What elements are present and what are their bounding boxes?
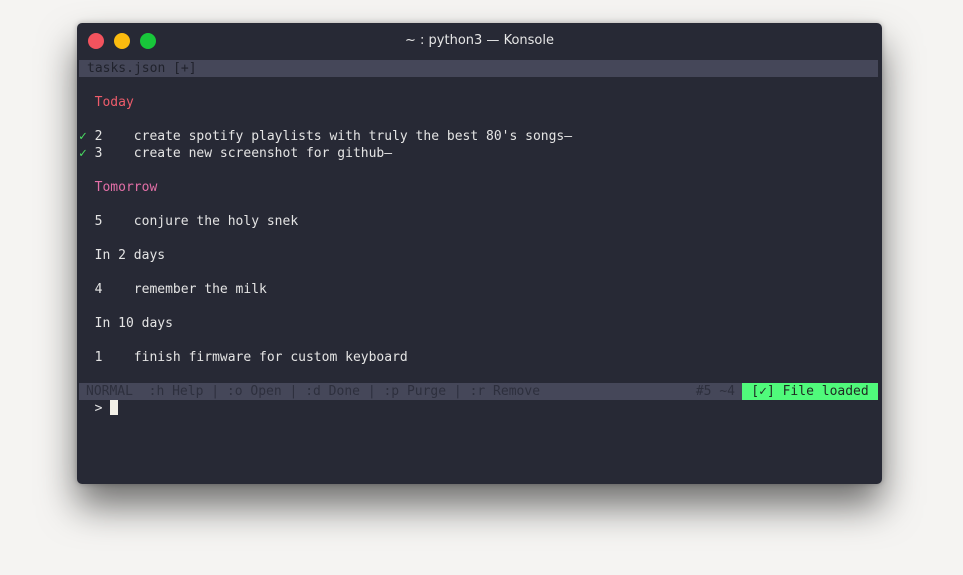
done-command: :d Done — [305, 384, 360, 399]
open-command: :o Open — [226, 384, 282, 399]
remove-command: :r Remove — [469, 384, 541, 399]
title-bar[interactable]: ~ : python3 — Konsole — [77, 23, 882, 60]
task-id: 2 — [94, 129, 103, 144]
task-text: remember the milk — [133, 282, 267, 297]
task-counts: #5 ~4 — [695, 384, 735, 399]
task-id: 4 — [94, 282, 103, 297]
check-icon: ✓ — [79, 129, 87, 144]
terminal[interactable]: tasks.json [+] Today ✓ 2 create spotify … — [79, 60, 878, 417]
mode-indicator: NORMAL — [86, 384, 133, 399]
konsole-window: ~ : python3 — Konsole tasks.json [+] Tod… — [77, 23, 882, 484]
check-icon: ✓ — [79, 146, 87, 161]
task-text: create new screenshot for github— — [133, 146, 393, 161]
group-heading-in-2-days: In 2 days — [94, 248, 166, 263]
task-id: 5 — [94, 214, 103, 229]
group-heading-today: Today — [94, 95, 134, 110]
task-id: 1 — [94, 350, 103, 365]
task-id: 3 — [94, 146, 103, 161]
group-heading-in-10-days: In 10 days — [94, 316, 173, 331]
task-row[interactable]: 1 finish firmware for custom keyboard — [79, 349, 878, 366]
help-command: :h Help — [148, 384, 204, 399]
task-text: conjure the holy snek — [133, 214, 299, 229]
text-cursor — [110, 400, 119, 415]
file-tab[interactable]: tasks.json [+] — [79, 60, 878, 77]
window-title: ~ : python3 — Konsole — [405, 33, 554, 48]
task-row[interactable]: ✓ 2 create spotify playlists with truly … — [79, 128, 878, 145]
command-prompt[interactable]: > — [79, 400, 878, 417]
task-text: finish firmware for custom keyboard — [133, 350, 408, 365]
task-row[interactable]: ✓ 3 create new screenshot for github— — [79, 145, 878, 162]
task-row[interactable]: 5 conjure the holy snek — [79, 213, 878, 230]
group-heading-tomorrow: Tomorrow — [94, 180, 158, 195]
prompt-symbol: > — [94, 401, 103, 416]
task-text: create spotify playlists with truly the … — [133, 129, 573, 144]
status-bar: NORMAL :h Help | :o Open | :d Done | :p … — [79, 383, 878, 400]
task-row[interactable]: 4 remember the milk — [79, 281, 878, 298]
purge-command: :p Purge — [383, 384, 447, 399]
status-message: [✓] File loaded — [742, 383, 878, 400]
